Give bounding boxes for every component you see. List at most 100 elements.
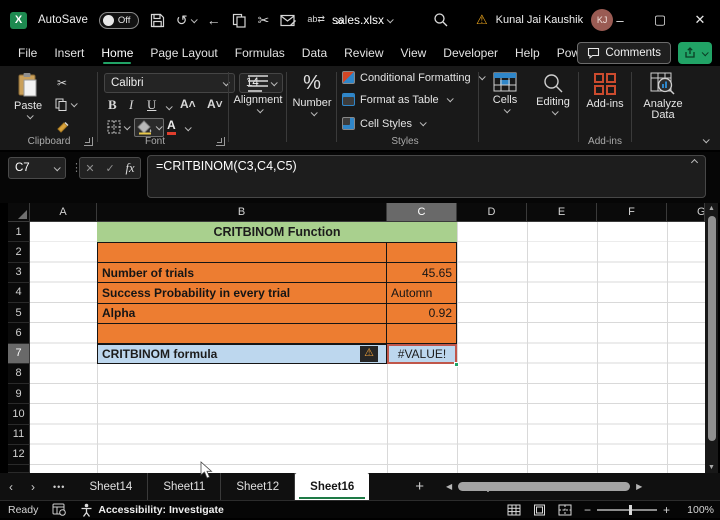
next-sheet-button[interactable]: › — [22, 480, 44, 494]
row-header-11[interactable]: 11 — [8, 424, 30, 445]
conditional-formatting-button[interactable]: Conditional Formatting — [342, 71, 486, 84]
copy-button[interactable] — [55, 98, 78, 111]
left-arrow-icon[interactable]: ← — [207, 13, 221, 27]
email-icon[interactable] — [280, 14, 297, 27]
fill-handle[interactable] — [454, 361, 459, 367]
macro-record-icon[interactable] — [52, 503, 67, 516]
sheet-tab-sheet11[interactable]: Sheet11 — [148, 473, 222, 500]
row-header-10[interactable]: 10 — [8, 404, 30, 425]
cell-B5[interactable]: Alpha — [98, 304, 386, 323]
tab-developer[interactable]: Developer — [443, 40, 498, 66]
cell-C7-selected[interactable]: #VALUE! — [387, 343, 457, 365]
formula-input[interactable]: =CRITBINOM(C3,C4,C5) — [147, 155, 706, 198]
horizontal-scrollbar[interactable]: ◀ ▶ — [446, 479, 708, 493]
sheet-tab-sheet12[interactable]: Sheet12 — [221, 473, 296, 500]
column-header-D[interactable]: D — [457, 203, 527, 222]
analyze-data-button[interactable]: Analyze Data — [637, 72, 689, 121]
grow-font-button[interactable]: A˄ — [180, 97, 196, 111]
underline-button[interactable]: U — [147, 97, 156, 113]
font-color-button[interactable]: A — [167, 118, 176, 136]
tab-insert[interactable]: Insert — [54, 40, 84, 66]
shrink-font-button[interactable]: A˅ — [207, 97, 223, 111]
scroll-up-icon[interactable]: ▲ — [705, 205, 718, 212]
cell-C6[interactable] — [386, 323, 456, 344]
share-button[interactable] — [678, 42, 712, 64]
column-header-C[interactable]: C — [387, 203, 457, 222]
cell-styles-button[interactable]: Cell Styles — [342, 117, 427, 130]
insert-function-button[interactable]: fx — [126, 161, 135, 176]
number-button[interactable]: % Number — [290, 72, 334, 117]
column-header-G[interactable]: G — [667, 203, 705, 222]
cells-button[interactable]: Cells — [484, 72, 526, 114]
tab-view[interactable]: View — [401, 40, 427, 66]
font-name-select[interactable]: Calibri — [104, 73, 235, 93]
column-header-A[interactable]: A — [30, 203, 97, 222]
sheet-tab-sheet14[interactable]: Sheet14 — [74, 473, 149, 500]
tab-file[interactable]: File — [18, 40, 37, 66]
borders-button[interactable] — [107, 120, 131, 134]
vertical-scroll-thumb[interactable] — [707, 216, 716, 441]
row-header-1[interactable]: 1 — [8, 222, 30, 243]
tab-review[interactable]: Review — [344, 40, 383, 66]
fill-color-button[interactable] — [134, 118, 164, 137]
excel-logo-icon[interactable]: X — [10, 11, 27, 29]
font-dialog-launcher[interactable] — [216, 137, 225, 146]
row-header-8[interactable]: 8 — [8, 363, 30, 384]
row-header-13-partial[interactable] — [8, 465, 30, 473]
cut-icon[interactable]: ✂ — [258, 13, 270, 27]
clipboard-dialog-launcher[interactable] — [84, 137, 93, 146]
editing-button[interactable]: Editing — [531, 72, 575, 116]
row-header-2[interactable]: 2 — [8, 242, 30, 263]
find-replace-icon[interactable]: ab ⇄ — [307, 15, 325, 24]
minimize-button[interactable]: – — [600, 0, 640, 40]
error-checking-button[interactable]: ⚠ — [360, 345, 378, 362]
alert-warning-icon[interactable]: ⚠ — [476, 12, 488, 28]
close-button[interactable]: ✕ — [680, 0, 720, 40]
format-as-table-button[interactable]: Format as Table — [342, 93, 454, 106]
addins-button[interactable]: Add-ins — [583, 72, 627, 110]
save-icon[interactable] — [150, 13, 165, 28]
tab-formulas[interactable]: Formulas — [235, 40, 285, 66]
expand-formula-bar-button[interactable] — [690, 158, 699, 167]
tab-page-layout[interactable]: Page Layout — [150, 40, 217, 66]
column-header-B[interactable]: B — [97, 203, 387, 222]
zoom-out-button[interactable]: − — [584, 503, 591, 517]
search-icon[interactable] — [430, 9, 452, 31]
sheet-tab-sheet16-active[interactable]: Sheet16 — [295, 473, 370, 500]
cell-B6[interactable] — [98, 324, 386, 344]
row-header-6[interactable]: 6 — [8, 323, 30, 344]
format-painter-button[interactable] — [56, 121, 70, 135]
new-sheet-button[interactable]: + — [407, 478, 432, 495]
row-header-4[interactable]: 4 — [8, 282, 30, 303]
comments-button[interactable]: Comments — [577, 42, 671, 64]
alignment-button[interactable]: Alignment — [232, 74, 284, 114]
cell-B7[interactable]: CRITBINOM formula — [97, 343, 387, 365]
accessibility-status[interactable]: Accessibility: Investigate — [80, 503, 224, 517]
row-header-5[interactable]: 5 — [8, 303, 30, 324]
row-header-7[interactable]: 7 — [8, 343, 30, 364]
bold-button[interactable]: B — [108, 97, 117, 113]
autosave-toggle[interactable]: Off — [98, 11, 139, 29]
row-header-3[interactable]: 3 — [8, 262, 30, 283]
zoom-in-button[interactable]: + — [663, 503, 670, 517]
row-header-9[interactable]: 9 — [8, 384, 30, 405]
tab-data[interactable]: Data — [302, 40, 327, 66]
tab-home[interactable]: Home — [101, 40, 133, 66]
page-break-preview-button[interactable] — [558, 504, 572, 516]
vertical-scrollbar[interactable]: ▲ ▼ — [705, 203, 718, 473]
column-header-E[interactable]: E — [527, 203, 597, 222]
paste-button[interactable]: Paste — [14, 72, 42, 120]
cell-C4[interactable]: Automn — [386, 283, 456, 303]
font-color-dropdown[interactable] — [184, 124, 192, 132]
all-sheets-button[interactable]: ••• — [44, 482, 74, 492]
cell-B3[interactable]: Number of trials — [98, 263, 386, 282]
cell-B4[interactable]: Success Probability in every trial — [98, 283, 386, 302]
enter-formula-button[interactable]: ✓ — [105, 162, 114, 175]
scroll-right-icon[interactable]: ▶ — [636, 482, 642, 491]
scroll-down-icon[interactable]: ▼ — [705, 464, 718, 471]
name-box[interactable]: C7 — [8, 157, 66, 179]
file-name[interactable]: sales.xlsx — [332, 0, 394, 40]
row-header-12[interactable]: 12 — [8, 444, 30, 465]
select-all-button[interactable] — [8, 203, 30, 222]
horizontal-scroll-thumb[interactable] — [458, 481, 631, 491]
